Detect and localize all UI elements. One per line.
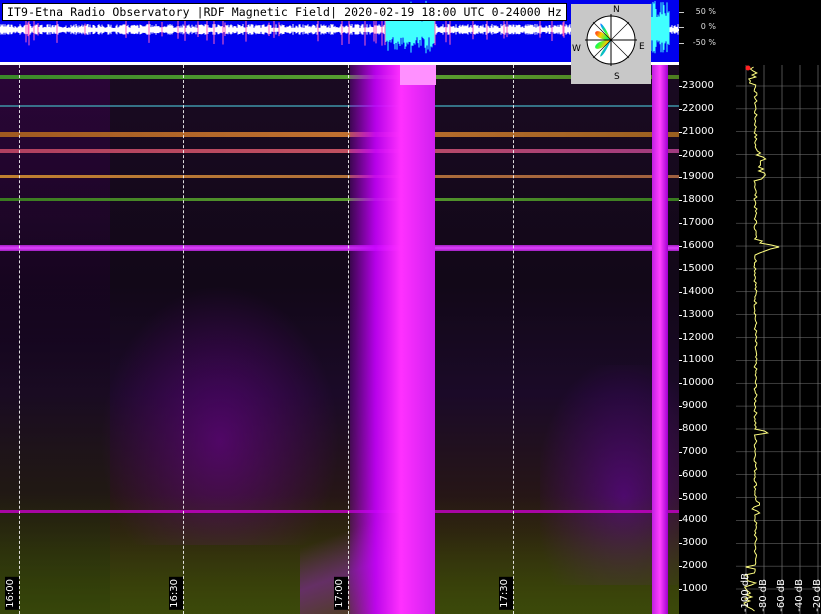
spectrum-trace [736,65,821,614]
freq-label: 10000 [682,377,714,389]
corner-area [722,0,821,65]
compass-south: S [614,72,620,82]
freq-label: 19000 [682,171,714,183]
freq-label: 4000 [682,514,708,526]
scale-label-50: 50 % [695,7,716,16]
freq-label: 20000 [682,148,714,160]
band-20000 [0,149,679,153]
freq-label: 9000 [682,400,708,412]
rdf-compass: N S W E [571,4,651,84]
freq-label: 1000 [682,583,708,594]
freq-label: 8000 [682,422,708,434]
freq-label: 12000 [682,331,714,343]
band-16000 [0,245,679,251]
band-18000 [0,198,679,201]
freq-label: 11000 [682,354,714,366]
freq-label: 18000 [682,194,714,206]
freq-label: 2000 [682,560,708,572]
db-label: -100 dB [740,572,751,612]
band-4000 [0,510,679,513]
time-label-1600: 16:00 [5,577,19,610]
db-label: -60 dB [776,579,787,612]
spectrogram: 16:00 16:30 17:00 17:30 [0,65,679,614]
freq-label: 17000 [682,217,714,229]
waveform-scale: 50 % 0 % -50 % [679,0,722,62]
burst-1800 [652,65,668,614]
time-grid-line [183,65,184,614]
freq-label: 15000 [682,262,714,274]
burst-1700 [350,65,435,614]
freq-label: 14000 [682,285,714,297]
spectrum-line [743,66,780,612]
freq-label: 23000 [682,80,714,91]
freq-label: 5000 [682,491,708,503]
spectrum-panel: -100 dB -80 dB -60 dB -40 dB -20 dB [736,65,821,614]
db-label: -40 dB [794,579,805,612]
burst-top [400,65,436,85]
freq-label: 16000 [682,240,714,252]
compass-north: N [613,5,620,15]
db-label: -20 dB [812,579,821,612]
time-grid-line [348,65,349,614]
time-grid-line [19,65,20,614]
freq-label: 21000 [682,125,714,137]
scale-label-minus-50: -50 % [692,38,716,47]
time-grid-line [513,65,514,614]
compass-east: E [639,42,645,52]
band-22000 [0,105,679,107]
band-21000 [0,132,679,137]
db-label: -80 dB [758,579,769,612]
chart-title: IT9-Etna Radio Observatory |RDF Magnetic… [2,3,567,21]
spectrum-peak-marker [745,65,751,71]
freq-label: 13000 [682,308,714,320]
freq-label: 6000 [682,468,708,480]
freq-label: 7000 [682,445,708,457]
freq-label: 3000 [682,537,708,549]
compass-west: W [572,44,581,54]
time-label-1700: 17:00 [334,577,348,610]
frequency-axis: 23000 22000 21000 20000 19000 18000 17000 16000… [679,65,736,614]
freq-label: 22000 [682,102,714,114]
time-label-1730: 17:30 [499,577,513,610]
time-label-1630: 16:30 [169,577,183,610]
band-19000 [0,175,679,178]
scale-label-0: 0 % [700,22,716,31]
